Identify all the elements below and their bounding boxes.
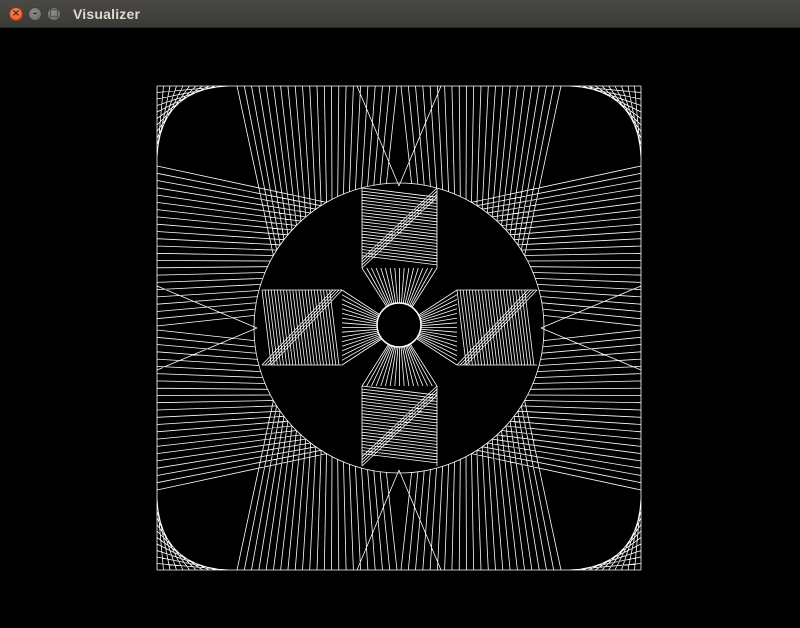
string-art-drawing [156, 85, 642, 571]
center-circle [376, 302, 422, 348]
maximize-button[interactable]: □ [47, 7, 61, 21]
close-icon: × [11, 8, 21, 19]
title-bar[interactable]: × – □ Visualizer [0, 0, 800, 28]
window-title: Visualizer [73, 6, 141, 22]
minimize-button[interactable]: – [28, 7, 42, 21]
maximize-icon: □ [49, 8, 59, 19]
visualizer-canvas[interactable] [0, 28, 800, 628]
app-window: × – □ Visualizer [0, 0, 800, 628]
close-button[interactable]: × [9, 7, 23, 21]
minimize-icon: – [32, 8, 38, 19]
